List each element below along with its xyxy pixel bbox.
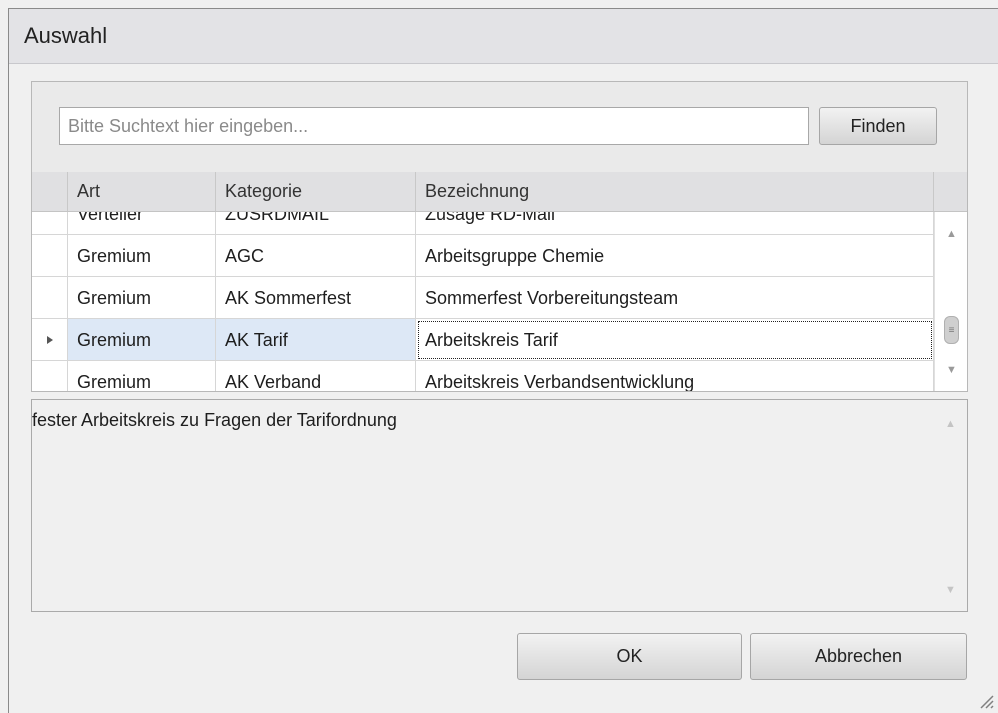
- header-indicator-cell: [32, 172, 68, 211]
- cell-bezeichnung[interactable]: Zusage RD-Mail: [416, 212, 934, 235]
- cell-bezeichnung[interactable]: Arbeitskreis Verbandsentwicklung: [416, 361, 934, 391]
- description-text: fester Arbeitskreis zu Fragen der Tarifo…: [32, 410, 397, 430]
- cell-art[interactable]: Gremium: [68, 235, 216, 277]
- cell-art[interactable]: Gremium: [68, 319, 216, 361]
- grid-scrollbar[interactable]: ▲ ≡ ▼: [934, 212, 967, 391]
- scrollbar-thumb[interactable]: ≡: [944, 316, 959, 344]
- row-indicator[interactable]: [32, 319, 68, 361]
- row-indicator[interactable]: [32, 235, 68, 277]
- chevron-up-icon[interactable]: ▲: [934, 418, 967, 430]
- cell-bezeichnung[interactable]: Arbeitskreis Tarif: [416, 319, 934, 361]
- chevron-up-icon[interactable]: ▲: [935, 228, 967, 240]
- row-indicator[interactable]: [32, 361, 68, 391]
- cell-kategorie[interactable]: AGC: [216, 235, 416, 277]
- table-row-selected[interactable]: Gremium AK Tarif Arbeitskreis Tarif: [32, 319, 934, 361]
- description-scrollbar[interactable]: ▲ ▼: [934, 400, 967, 611]
- column-header-kategorie[interactable]: Kategorie: [216, 172, 416, 211]
- table-row[interactable]: Gremium AGC Arbeitsgruppe Chemie: [32, 235, 934, 277]
- window-title: Auswahl: [24, 23, 108, 48]
- row-indicator[interactable]: [32, 212, 68, 235]
- chevron-down-icon[interactable]: ▼: [934, 584, 967, 596]
- cell-bezeichnung[interactable]: Sommerfest Vorbereitungsteam: [416, 277, 934, 319]
- results-grid: Art Kategorie Bezeichnung Verteiler ZUSR…: [32, 172, 967, 391]
- cell-art[interactable]: Verteiler: [68, 212, 216, 235]
- cell-kategorie[interactable]: ZUSRDMAIL: [216, 212, 416, 235]
- cancel-button[interactable]: Abbrechen: [750, 633, 967, 680]
- cell-art[interactable]: Gremium: [68, 361, 216, 391]
- triangle-right-icon: [46, 335, 53, 344]
- column-header-art[interactable]: Art: [68, 172, 216, 211]
- title-bar[interactable]: Auswahl: [9, 9, 998, 64]
- search-input[interactable]: [59, 107, 809, 145]
- table-row[interactable]: Verteiler ZUSRDMAIL Zusage RD-Mail: [32, 212, 934, 235]
- chevron-down-icon[interactable]: ▼: [935, 364, 967, 376]
- row-indicator[interactable]: [32, 277, 68, 319]
- cell-art[interactable]: Gremium: [68, 277, 216, 319]
- ok-button[interactable]: OK: [517, 633, 742, 680]
- grid-rows: Verteiler ZUSRDMAIL Zusage RD-Mail Gremi…: [32, 212, 934, 391]
- cell-kategorie[interactable]: AK Verband: [216, 361, 416, 391]
- cell-bezeichnung[interactable]: Arbeitsgruppe Chemie: [416, 235, 934, 277]
- column-header-bezeichnung[interactable]: Bezeichnung: [416, 172, 934, 211]
- table-row[interactable]: Gremium AK Verband Arbeitskreis Verbands…: [32, 361, 934, 391]
- table-row[interactable]: Gremium AK Sommerfest Sommerfest Vorbere…: [32, 277, 934, 319]
- description-box[interactable]: fester Arbeitskreis zu Fragen der Tarifo…: [31, 399, 968, 612]
- find-button[interactable]: Finden: [819, 107, 937, 145]
- cell-kategorie[interactable]: AK Sommerfest: [216, 277, 416, 319]
- cell-kategorie[interactable]: AK Tarif: [216, 319, 416, 361]
- grid-header: Art Kategorie Bezeichnung: [32, 172, 967, 212]
- resize-grip-icon[interactable]: [976, 691, 994, 709]
